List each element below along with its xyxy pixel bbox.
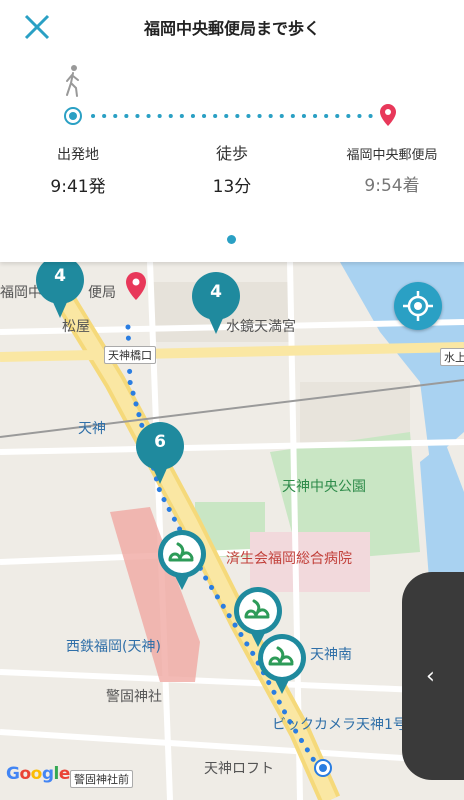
my-location-icon [403,291,433,321]
route-line-graphic [64,104,396,126]
map-label-tenjin-loft[interactable]: 天神ロフト [204,758,274,778]
page-title: 福岡中央郵便局まで歩く [143,19,320,38]
arrival-time: 9:54着 [364,176,420,196]
bike-station-icon[interactable] [256,634,308,694]
cluster-count: 4 [210,282,222,302]
mode-label: 徒歩 [215,144,248,163]
google-logo: Google [6,764,70,784]
map-label-tenjinbashi: 天神橋口 [104,346,156,364]
route-summary-panel: 福岡中央郵便局まで歩く 出発地 9:41発 徒歩 13分 福岡中央郵便局 9:5… [0,0,464,262]
map-label-keigo-shrine[interactable]: 警固神社 [106,686,162,706]
cluster-marker[interactable]: 4 [34,262,86,318]
map-label-matsuya[interactable]: 松屋 [62,316,90,336]
map-label-tenjin-station[interactable]: 天神 [78,418,106,438]
departure-info: 出発地 9:41発 [36,144,120,197]
my-location-button[interactable] [394,282,442,330]
cluster-count: 4 [54,266,66,286]
cluster-marker[interactable]: 4 [190,272,242,334]
cluster-marker[interactable]: 6 [134,422,186,484]
map-label-keigo-mae: 警固神社前 [70,770,133,788]
departure-time: 9:41発 [50,177,106,197]
bike-station-icon[interactable] [156,530,208,590]
chevron-left-icon: ‹ [426,664,435,689]
destination-label: 福岡中央郵便局 [346,148,438,163]
page-indicator-dot [227,235,236,244]
duration-value: 13分 [212,177,252,197]
map-label-central-park[interactable]: 天神中央公園 [282,476,366,496]
map-view[interactable]: 福岡中 便局 松屋 天神橋口 水鏡天満宮 水上 天神 天神中央公園 済生会福岡総… [0,262,464,800]
map-label-tenjin-minami[interactable]: 天神南 [310,644,352,664]
walking-person-icon [66,65,79,97]
departure-label: 出発地 [57,147,99,163]
map-label-post-partial: 便局 [88,285,116,301]
map-label-mizujo: 水上 [440,348,464,366]
arrival-info: 福岡中央郵便局 9:54着 [330,144,454,196]
map-label-nishitetsu[interactable]: 西鉄福岡(天神) [66,636,161,656]
duration-info: 徒歩 13分 [182,140,282,197]
side-drawer-handle[interactable]: ‹ [402,572,464,780]
map-label-hospital[interactable]: 済生会福岡総合病院 [226,548,352,568]
cluster-count: 6 [154,432,166,452]
map-label-bic-camera[interactable]: ビックカメラ天神1号館 [272,714,421,734]
